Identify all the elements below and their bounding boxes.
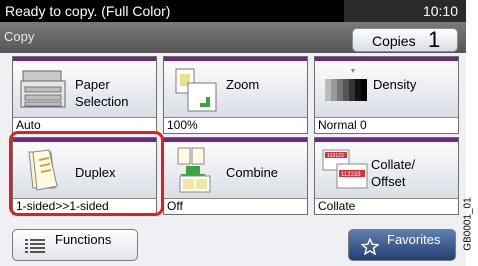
functions-label: Functions (55, 232, 112, 247)
tile-label-line1: Paper (75, 77, 110, 92)
image-code: GB0001_01 (458, 180, 478, 266)
copies-button[interactable]: Copies 1 (352, 27, 458, 52)
functions-button[interactable]: Functions (12, 229, 138, 261)
svg-text:123123: 123123 (327, 153, 344, 159)
tile-label-line1: Zoom (226, 77, 260, 92)
tile-accent-bar (315, 57, 458, 61)
favorites-label: Favorites (387, 232, 441, 247)
clock: 10:10 (422, 3, 458, 19)
tile-label-line2: Offset (371, 174, 406, 189)
zoom-tile[interactable]: Zoom 100% (163, 56, 308, 134)
combine-tile[interactable]: Combine Off (163, 137, 308, 215)
screen-title: Copy (4, 29, 35, 44)
paper-selection-tile[interactable]: Paper Selection Auto (12, 56, 157, 134)
star-icon (361, 238, 379, 255)
tile-label-line1: Combine (226, 165, 279, 180)
tile-accent-bar (164, 138, 307, 142)
tile-face: Paper Selection (13, 57, 156, 117)
paper-selection-icon (20, 70, 66, 108)
list-icon (25, 239, 45, 253)
duplex-highlight-frame (9, 131, 164, 216)
image-code-text: GB0001_01 (462, 197, 474, 251)
collate-offset-tile[interactable]: 123123 112233 Collate/ Offset Collate (314, 137, 459, 215)
tile-accent-bar (315, 138, 458, 142)
tile-label-line2: Selection (75, 94, 129, 109)
tile-label-line1: Density (373, 77, 417, 92)
density-tile[interactable]: Density Normal 0 (314, 56, 459, 134)
zoom-icon (175, 68, 217, 112)
density-icon (325, 69, 367, 101)
tile-value: Off (164, 198, 307, 214)
copies-label: Copies (372, 33, 416, 49)
status-message: Ready to copy. (Full Color) (5, 3, 171, 19)
collate-offset-icon: 123123 112233 (322, 149, 368, 189)
tile-face: Zoom (164, 57, 307, 117)
tile-value: Normal 0 (315, 117, 458, 133)
copies-count: 1 (428, 27, 441, 52)
combine-icon (177, 147, 211, 193)
tile-face: 123123 112233 Collate/ Offset (315, 138, 458, 198)
svg-text:112233: 112233 (341, 172, 361, 178)
tile-value: 100% (164, 117, 307, 133)
tile-accent-bar (13, 57, 156, 61)
tile-value: Collate (315, 198, 458, 214)
tile-accent-bar (164, 57, 307, 61)
favorites-button[interactable]: Favorites (348, 229, 456, 261)
tile-face: Combine (164, 138, 307, 198)
tile-face: Density (315, 57, 458, 117)
copy-screen: Ready to copy. (Full Color) 10:10 Copy C… (0, 0, 466, 266)
status-bar: Ready to copy. (Full Color) 10:10 (0, 0, 466, 22)
tile-label-line1: Collate/ (371, 157, 416, 172)
status-tab: 10:10 (344, 0, 466, 22)
